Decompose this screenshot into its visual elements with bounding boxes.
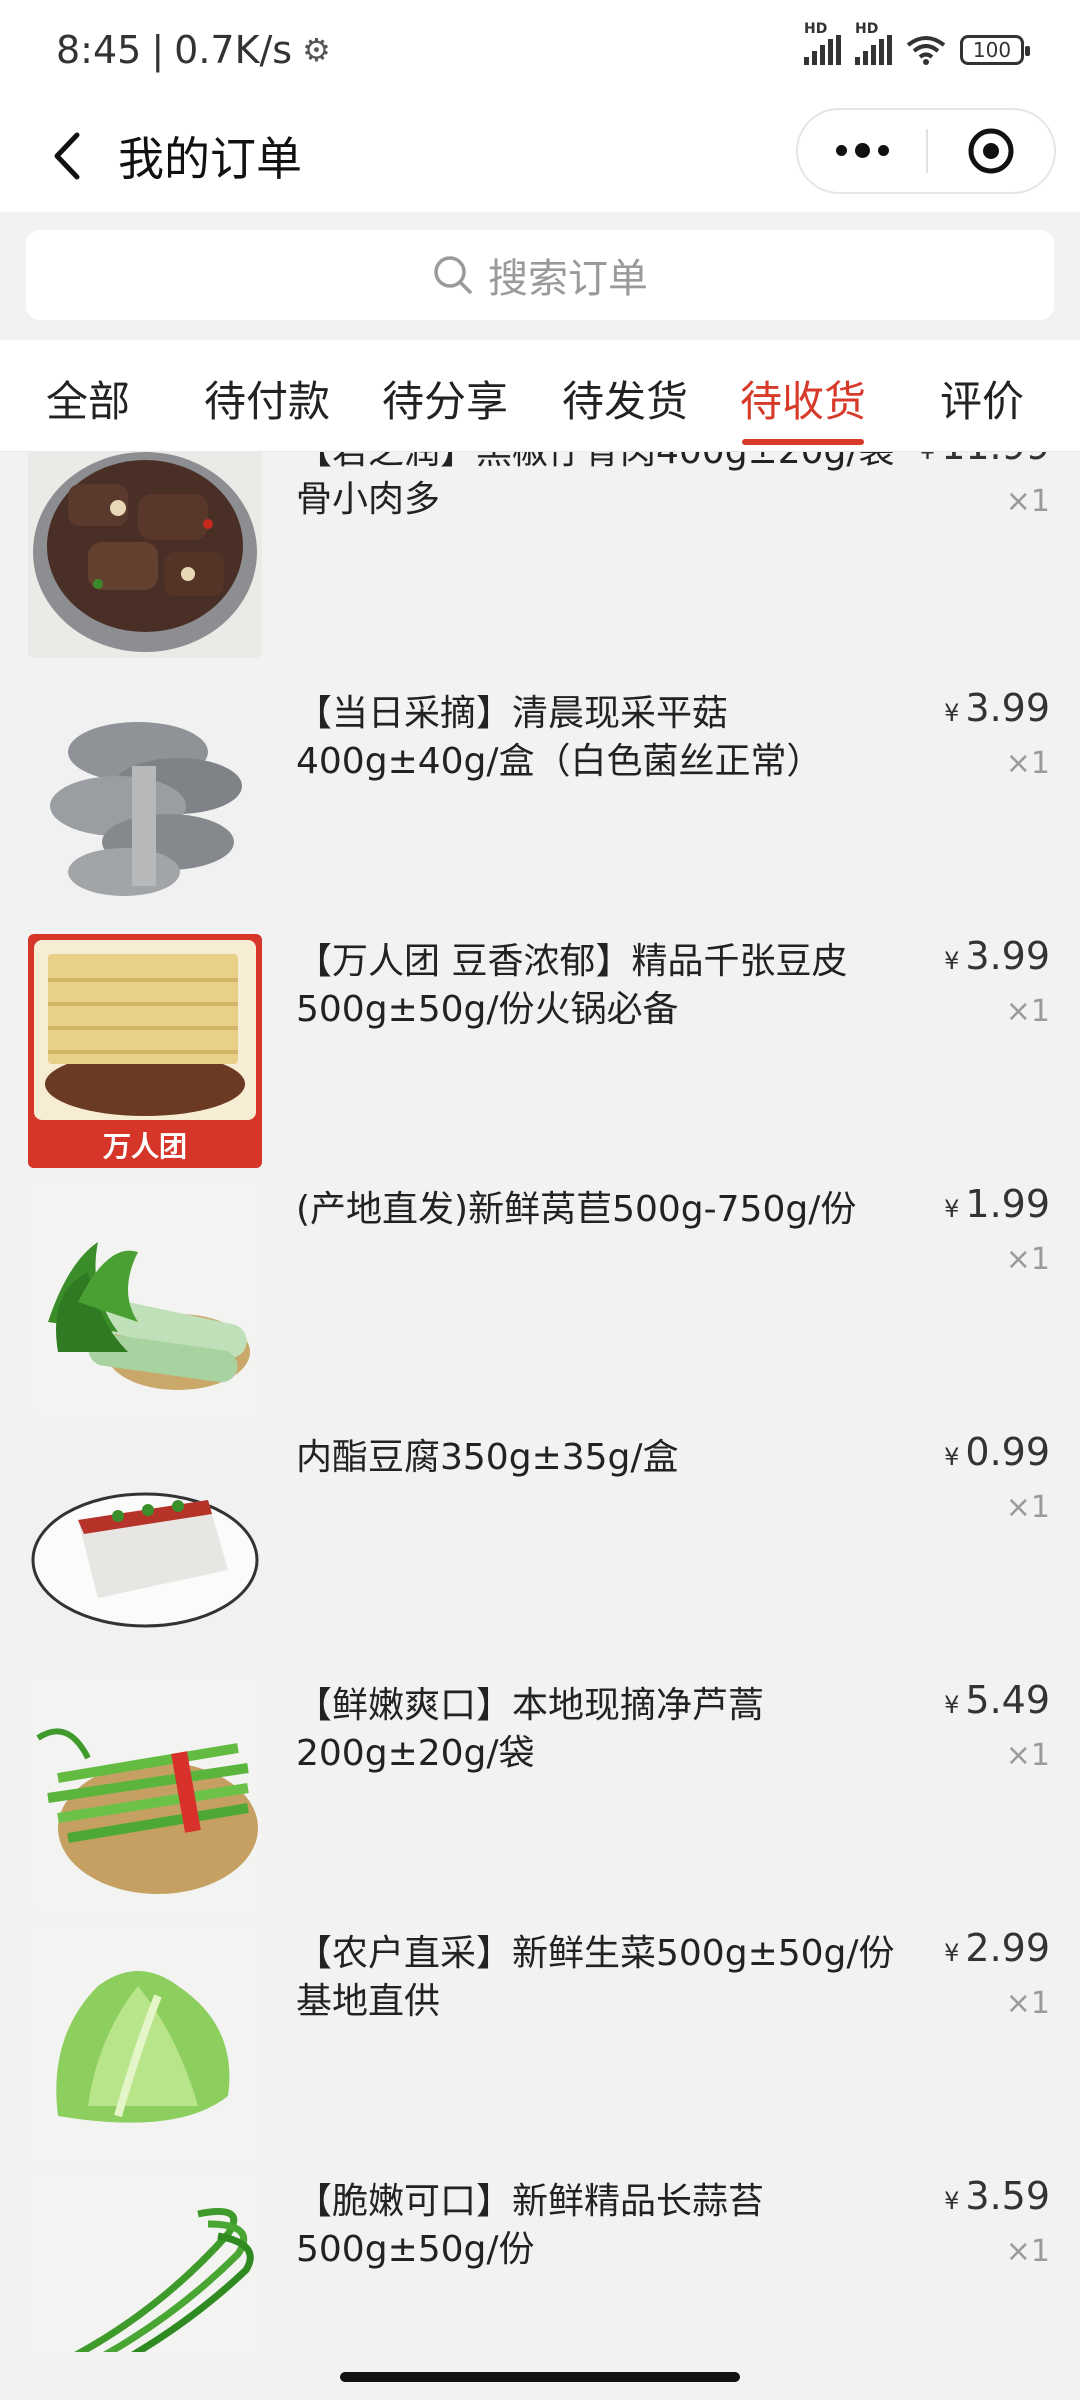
- tofu-skin-image: 万人团: [28, 934, 262, 1168]
- item-quantity: ×1: [1005, 1738, 1050, 1773]
- list-item[interactable]: 【脆嫩可口】新鲜精品长蒜苔500g±50g/份 ¥3.59 ×1: [0, 2174, 1080, 2352]
- battery-icon: 100: [960, 35, 1030, 65]
- list-item[interactable]: (产地直发)新鲜莴苣500g-750g/份 ¥1.99 ×1: [0, 1182, 1080, 1430]
- tab-pending-share[interactable]: 待分享: [382, 368, 508, 429]
- tab-pending-payment[interactable]: 待付款: [204, 368, 330, 429]
- tab-pending-shipment[interactable]: 待发货: [562, 368, 688, 429]
- item-price: ¥3.59: [944, 2174, 1050, 2218]
- list-item[interactable]: 【君之润】黑椒仔骨肉400g±20g/袋 骨小肉多 ¥11.99 ×1: [0, 452, 1080, 672]
- item-price: ¥1.99: [944, 1182, 1050, 1226]
- item-name: (产地直发)新鲜莴苣500g-750g/份: [296, 1189, 857, 1230]
- currency-symbol: ¥: [944, 2187, 960, 2215]
- currency-symbol: ¥: [944, 1691, 960, 1719]
- item-quantity: ×1: [1005, 1242, 1050, 1277]
- price-value: 3.99: [965, 934, 1050, 978]
- item-price: ¥3.99: [944, 686, 1050, 730]
- cellular-signal-icon-2: HD: [855, 21, 892, 65]
- status-speed: 0.7K/s: [174, 28, 293, 72]
- list-item[interactable]: 【当日采摘】清晨现采平菇400g±40g/盒（白色菌丝正常） ¥3.99 ×1: [0, 686, 1080, 934]
- tab-all[interactable]: 全部: [46, 368, 130, 429]
- item-name: 【农户直采】新鲜生菜500g±50g/份基地直供: [296, 1933, 895, 2022]
- list-item[interactable]: 内酯豆腐350g±35g/盒 ¥0.99 ×1: [0, 1430, 1080, 1678]
- item-quantity: ×1: [1005, 746, 1050, 781]
- price-value: 5.49: [965, 1678, 1050, 1722]
- silken-tofu-image: [28, 1430, 262, 1664]
- more-options-icon[interactable]: [798, 142, 926, 158]
- page-title: 我的订单: [118, 132, 302, 186]
- currency-symbol: ¥: [944, 1939, 960, 1967]
- currency-symbol: ¥: [920, 452, 935, 465]
- search-area: 搜索订单: [0, 212, 1080, 340]
- garlic-scape-image: [28, 2174, 262, 2352]
- home-indicator[interactable]: [340, 2372, 740, 2382]
- item-price: ¥11.99: [920, 452, 1050, 468]
- currency-symbol: ¥: [944, 699, 960, 727]
- order-status-tabs: 全部 待付款 待分享 待发货 待收货 评价: [0, 340, 1080, 452]
- item-quantity: ×1: [1005, 1986, 1050, 2021]
- oyster-mushroom-image: [28, 686, 262, 920]
- status-divider: |: [151, 28, 165, 72]
- list-item[interactable]: 【鲜嫩爽口】本地现摘净芦蒿200g±20g/袋 ¥5.49 ×1: [0, 1678, 1080, 1926]
- price-value: 0.99: [965, 1430, 1050, 1474]
- lettuce-image: [28, 1926, 262, 2160]
- item-price: ¥0.99: [944, 1430, 1050, 1474]
- item-price: ¥2.99: [944, 1926, 1050, 1970]
- chevron-left-icon: [54, 132, 80, 180]
- artemisia-image: [28, 1678, 262, 1912]
- hd-label-2: HD: [855, 21, 879, 37]
- battery-level: 100: [972, 38, 1012, 62]
- order-item-list: 【君之润】黑椒仔骨肉400g±20g/袋 骨小肉多 ¥11.99 ×1 【当日采…: [0, 452, 1080, 2352]
- item-quantity: ×1: [1005, 1490, 1050, 1525]
- item-name: 【当日采摘】清晨现采平菇400g±40g/盒（白色菌丝正常）: [296, 693, 823, 782]
- currency-symbol: ¥: [944, 1195, 960, 1223]
- search-input[interactable]: 搜索订单: [26, 230, 1054, 320]
- tab-review[interactable]: 评价: [940, 368, 1024, 429]
- back-button[interactable]: [36, 126, 96, 186]
- black-pepper-ribs-image: [28, 452, 262, 658]
- currency-symbol: ¥: [944, 1443, 960, 1471]
- wifi-icon: [906, 36, 946, 65]
- search-placeholder: 搜索订单: [488, 256, 648, 302]
- hd-label: HD: [804, 21, 828, 37]
- tab-pending-receipt[interactable]: 待收货: [740, 368, 866, 445]
- price-value: 3.99: [965, 686, 1050, 730]
- item-quantity: ×1: [1005, 994, 1050, 1029]
- price-value: 3.59: [965, 2174, 1050, 2218]
- cellular-signal-icon: HD: [804, 21, 841, 65]
- price-value: 1.99: [965, 1182, 1050, 1226]
- settings-gear-icon: ⚙: [302, 31, 331, 69]
- price-value: 2.99: [965, 1926, 1050, 1970]
- miniprogram-capsule: [796, 108, 1056, 194]
- item-name: 【脆嫩可口】新鲜精品长蒜苔500g±50g/份: [296, 2181, 765, 2270]
- item-quantity: ×1: [1005, 484, 1050, 519]
- item-price: ¥3.99: [944, 934, 1050, 978]
- group-buy-badge: 万人团: [28, 1122, 262, 1168]
- item-name: 【鲜嫩爽口】本地现摘净芦蒿200g±20g/袋: [296, 1685, 765, 1774]
- target-circle-icon: [968, 128, 1014, 174]
- status-time: 8:45: [56, 28, 142, 72]
- list-item[interactable]: 万人团 【万人团 豆香浓郁】精品千张豆皮500g±50g/份火锅必备 ¥3.99…: [0, 934, 1080, 1182]
- item-name: 内酯豆腐350g±35g/盒: [296, 1437, 679, 1478]
- close-miniprogram-button[interactable]: [928, 126, 1054, 176]
- lettuce-stem-image: [28, 1182, 262, 1416]
- nav-bar: 我的订单: [0, 100, 1080, 212]
- item-quantity: ×1: [1005, 2234, 1050, 2269]
- status-bar: 8:45 | 0.7K/s ⚙ HD HD 100: [0, 0, 1080, 100]
- list-item[interactable]: 【农户直采】新鲜生菜500g±50g/份基地直供 ¥2.99 ×1: [0, 1926, 1080, 2174]
- item-name: 【万人团 豆香浓郁】精品千张豆皮500g±50g/份火锅必备: [296, 941, 848, 1030]
- item-price: ¥5.49: [944, 1678, 1050, 1722]
- item-name: 【君之润】黑椒仔骨肉400g±20g/袋 骨小肉多: [296, 452, 895, 520]
- search-icon: [434, 256, 472, 294]
- currency-symbol: ¥: [944, 947, 960, 975]
- price-value: 11.99: [941, 452, 1050, 468]
